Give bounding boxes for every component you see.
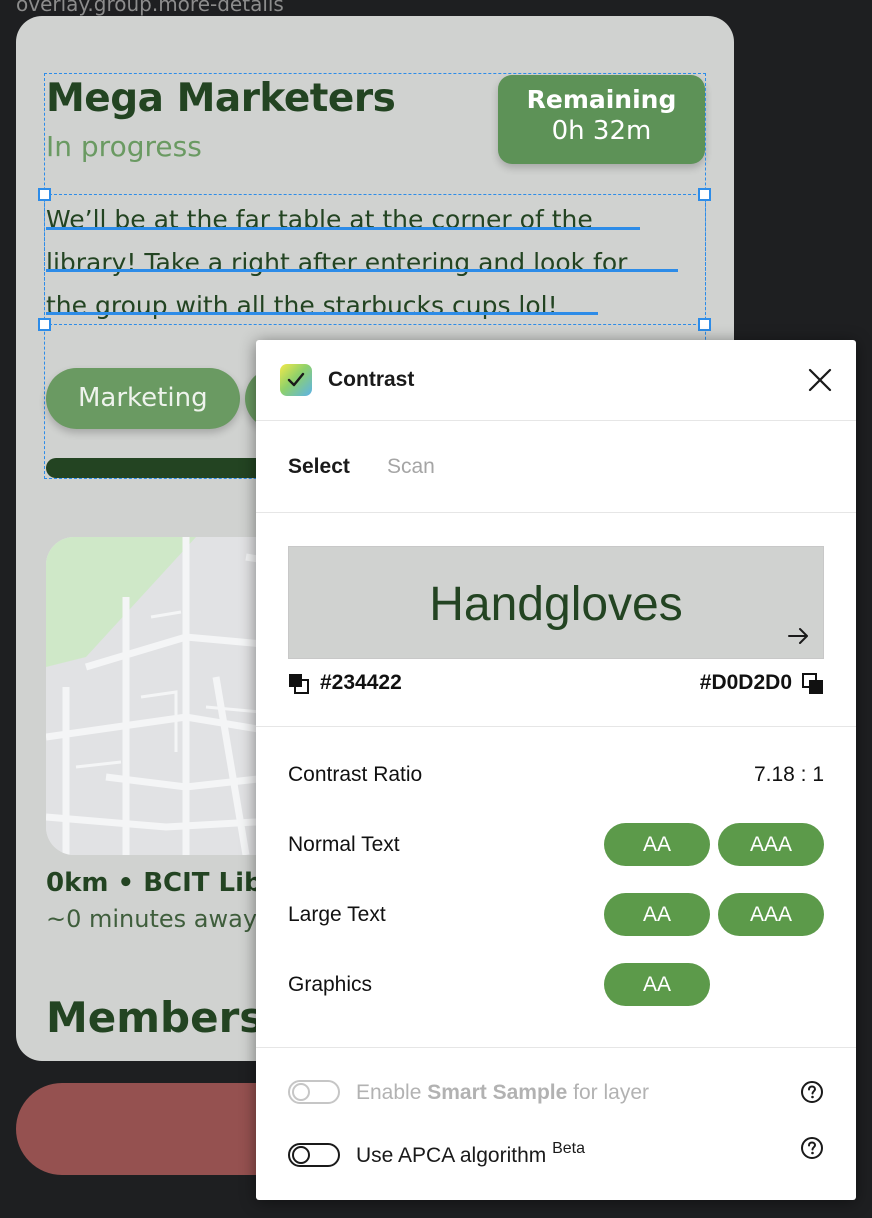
panel-title: Contrast: [328, 368, 415, 391]
close-icon[interactable]: [806, 366, 834, 394]
location-text: 0km • BCIT Libr: [46, 868, 276, 898]
contrast-preview[interactable]: Handgloves: [288, 546, 824, 659]
foreground-swatch-icon[interactable]: [288, 673, 310, 695]
contrast-ratio-label: Contrast Ratio: [288, 763, 423, 786]
smart-sample-label: Enable Smart Sample for layer: [356, 1081, 649, 1105]
apca-label-text: Use APCA algorithm: [356, 1144, 553, 1167]
check-icon: [280, 364, 312, 396]
resize-handle-bottom-left[interactable]: [38, 318, 51, 331]
normal-text-aa-badge: AA: [604, 823, 710, 866]
background-swatch-icon[interactable]: [802, 673, 824, 695]
tab-bar: Select Scan: [256, 421, 856, 513]
graphics-aa-badge: AA: [604, 963, 710, 1006]
preview-text: Handgloves: [429, 578, 683, 631]
help-icon[interactable]: [800, 1136, 824, 1160]
apca-toggle[interactable]: [288, 1143, 340, 1167]
arrow-right-icon[interactable]: [787, 626, 811, 646]
panel-header: Contrast: [256, 340, 856, 421]
tag-marketing[interactable]: Marketing: [46, 368, 240, 429]
graphics-label: Graphics: [288, 973, 373, 996]
resize-handle-top-left[interactable]: [38, 188, 51, 201]
normal-text-label: Normal Text: [288, 833, 400, 856]
color-swatch-row: #234422 #D0D2D0: [288, 671, 824, 699]
large-text-aa-badge: AA: [604, 893, 710, 936]
contrast-results: Contrast Ratio 7.18 : 1 Normal Text AA A…: [256, 726, 856, 1048]
toggle-knob: [292, 1146, 310, 1164]
contrast-ratio-value: 7.18 : 1: [753, 763, 824, 786]
tab-select[interactable]: Select: [288, 455, 350, 479]
beta-badge: Beta: [552, 1140, 586, 1157]
toggle-knob: [292, 1083, 310, 1101]
smart-sample-toggle[interactable]: [288, 1080, 340, 1104]
resize-handle-bottom-right[interactable]: [698, 318, 711, 331]
tab-scan[interactable]: Scan: [387, 455, 435, 479]
foreground-hex[interactable]: #234422: [320, 671, 402, 695]
large-text-label: Large Text: [288, 903, 386, 926]
background-hex[interactable]: #D0D2D0: [700, 671, 792, 695]
smart-sample-prefix: Enable: [356, 1081, 428, 1104]
resize-handle-top-right[interactable]: [698, 188, 711, 201]
smart-sample-bold: Smart Sample: [427, 1081, 568, 1104]
frame-label: overlay.group.more-details: [16, 0, 284, 16]
large-text-aaa-badge: AAA: [718, 893, 824, 936]
smart-sample-suffix: for layer: [567, 1081, 649, 1104]
eta-text: ~0 minutes away: [46, 905, 258, 933]
help-icon[interactable]: [800, 1080, 824, 1104]
options-section: Enable Smart Sample for layer Use APCA a…: [256, 1048, 856, 1200]
normal-text-aaa-badge: AAA: [718, 823, 824, 866]
contrast-plugin-panel: Contrast Select Scan Handgloves #234422 …: [256, 340, 856, 1200]
members-heading: Members: [46, 993, 265, 1042]
apca-label: Use APCA algorithm Beta: [356, 1140, 585, 1168]
selection-outline-description: [44, 194, 706, 325]
